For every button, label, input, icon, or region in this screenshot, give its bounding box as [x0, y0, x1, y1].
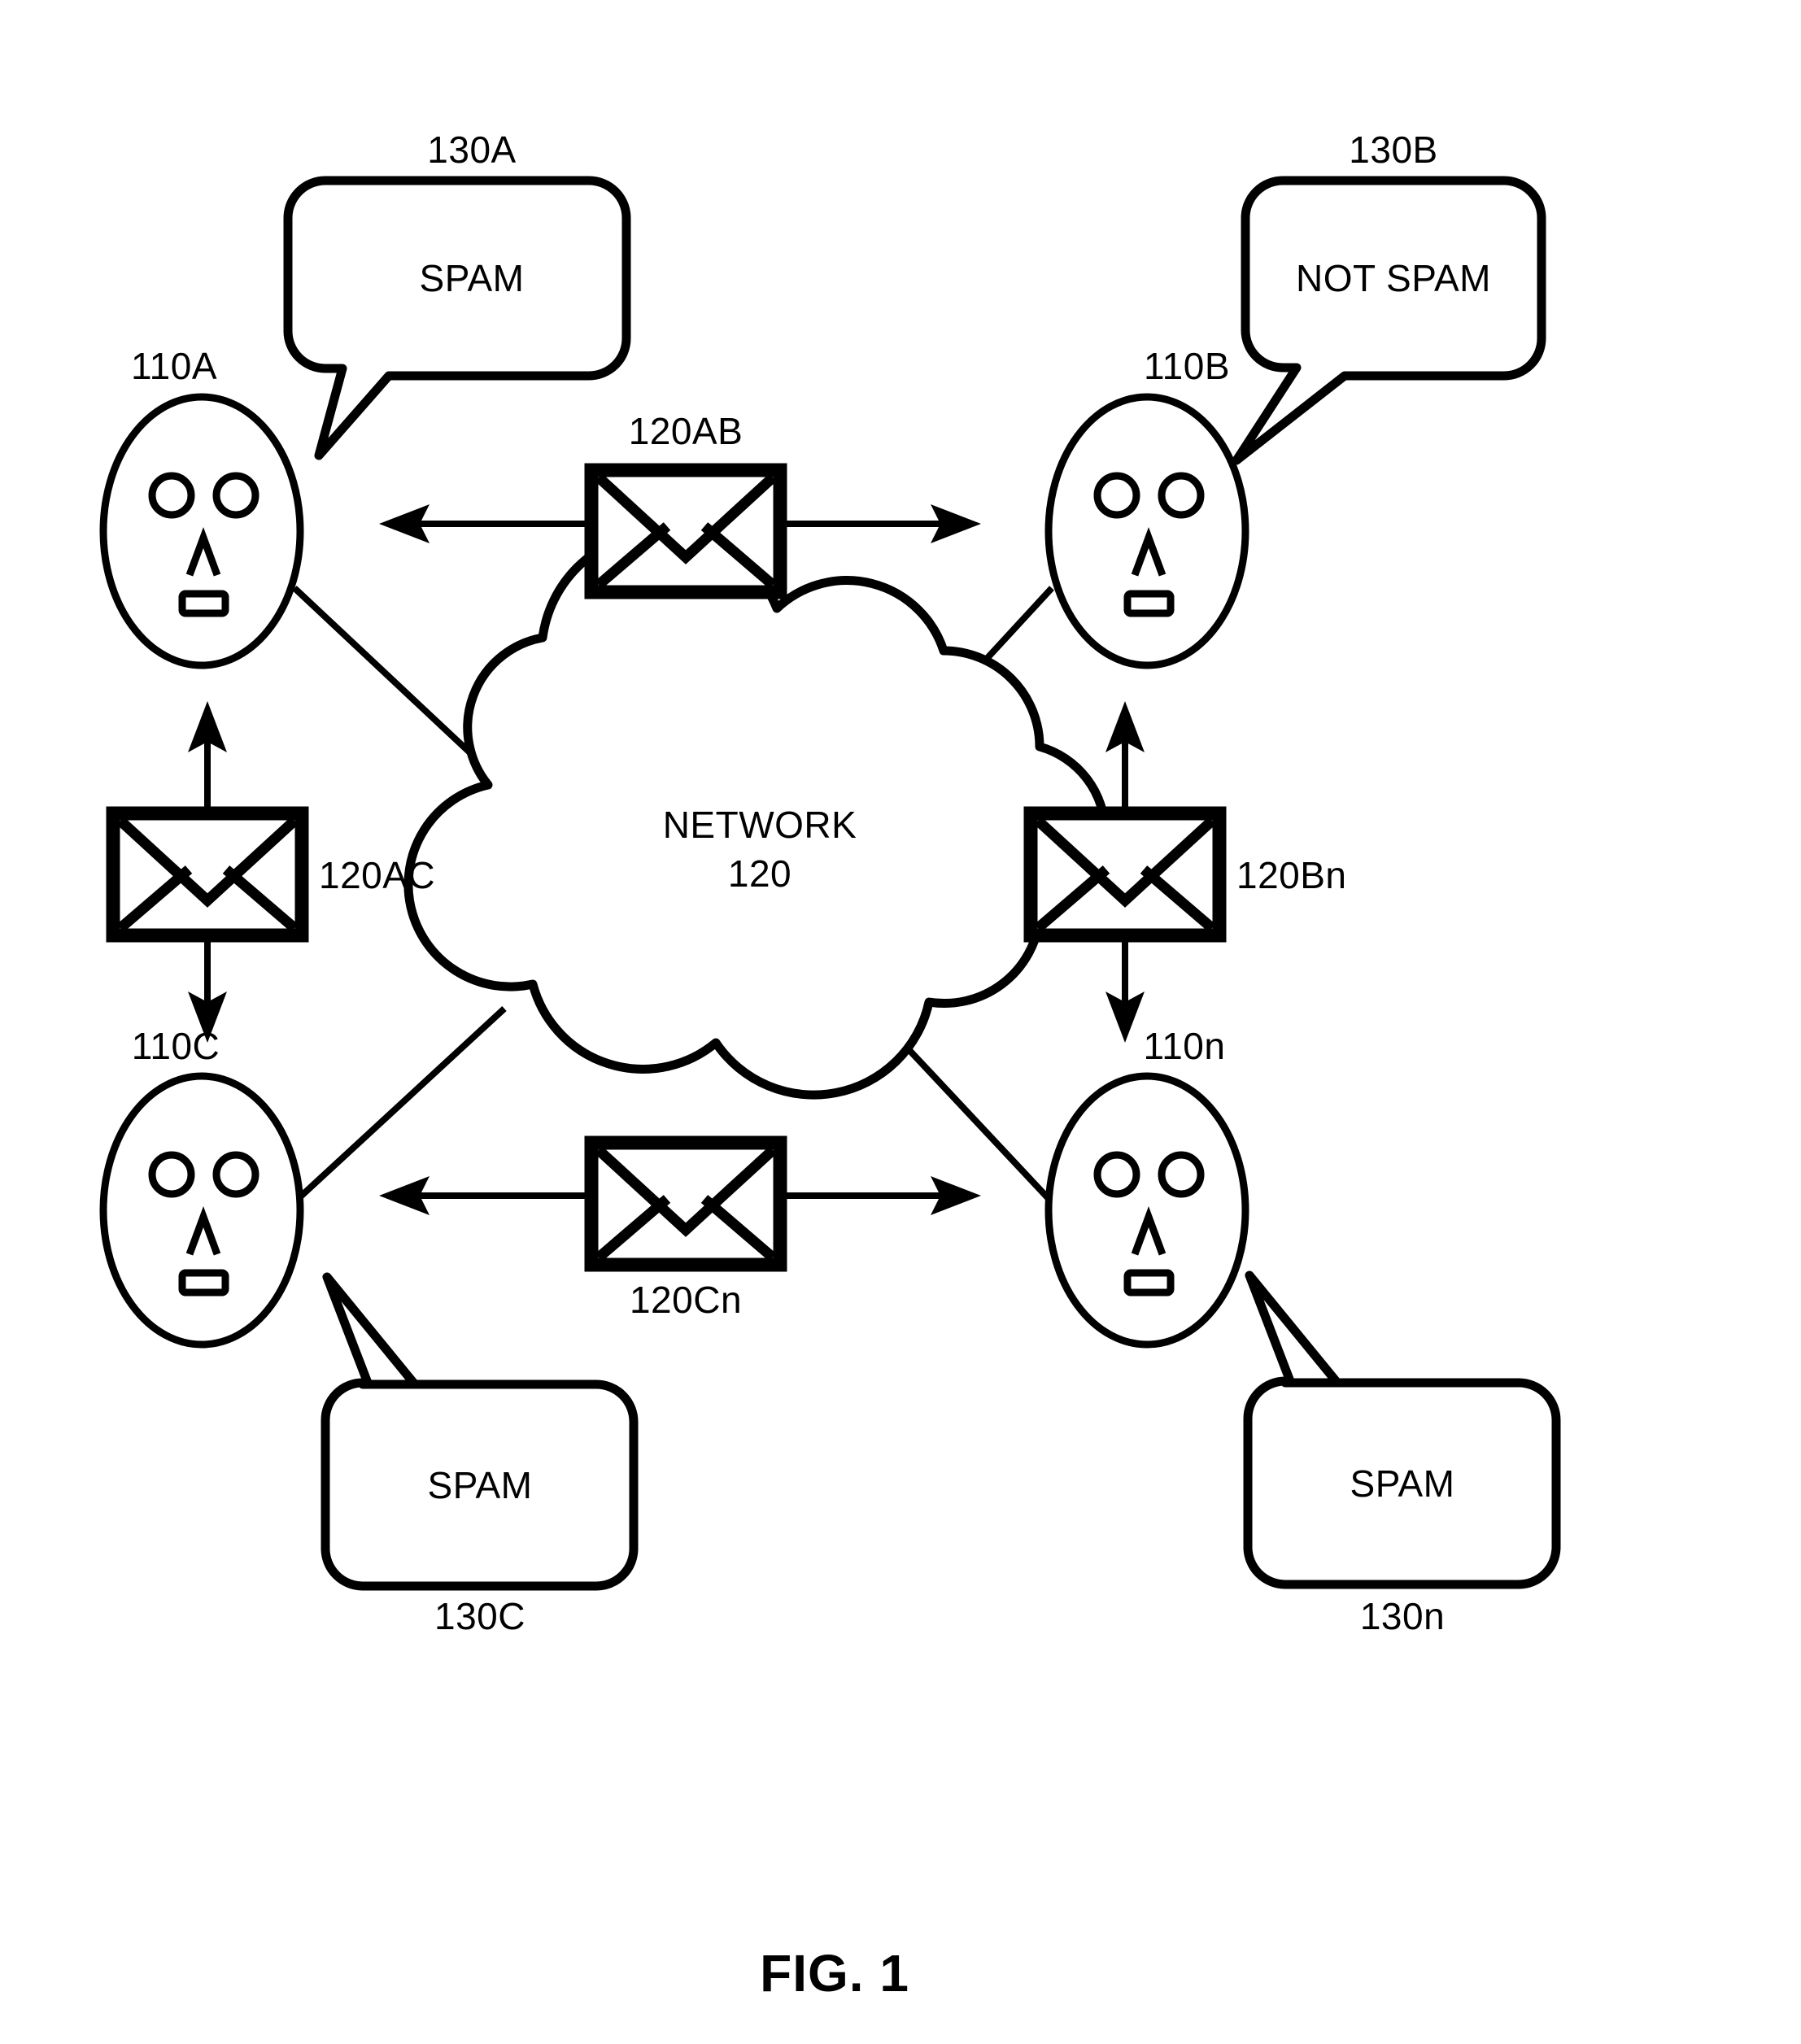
patent-figure: NETWORK 120 110A 110B 110C 110n 120AB 12…: [0, 0, 1801, 2044]
face-outline-110C: [99, 1072, 304, 1349]
verdict-bubble-130C-text: SPAM: [428, 1464, 533, 1506]
verdict-bubble-130B-ref: 130B: [1349, 129, 1437, 171]
verdict-bubble-130n[interactable]: SPAM 130n: [1243, 1270, 1561, 1637]
envelope-body-120AB: [584, 463, 787, 599]
message-120Cn[interactable]: 120Cn: [379, 1135, 981, 1321]
bubble-outline-130A: [283, 176, 631, 460]
message-120AC-ref: 120AC: [319, 854, 435, 896]
envelope-body-120Bn: [1023, 806, 1227, 943]
verdict-bubble-130A-ref: 130A: [427, 129, 516, 171]
figure-caption: FIG. 1: [760, 1944, 909, 2003]
bubble-outline-130B: [1232, 176, 1546, 465]
message-120Cn-ref: 120Cn: [630, 1279, 742, 1321]
verdict-bubble-130C-ref: 130C: [434, 1595, 525, 1637]
face-outline-110A: [99, 393, 304, 669]
network-label-line2: 120: [728, 852, 791, 895]
verdict-bubble-130A[interactable]: 130A SPAM: [283, 129, 631, 460]
envelope-body-120Cn: [584, 1135, 787, 1272]
client-110A[interactable]: 110A: [99, 345, 304, 669]
bubble-outline-130n: [1243, 1270, 1561, 1589]
message-120Bn-ref: 120Bn: [1236, 854, 1347, 896]
client-110n-ref: 110n: [1144, 1025, 1226, 1067]
message-120AB[interactable]: 120AB: [379, 410, 981, 599]
client-110B[interactable]: 110B: [1044, 345, 1249, 669]
message-120AC[interactable]: 120AC: [106, 701, 435, 1043]
connector-110C-network: [292, 1006, 507, 1205]
message-120Bn[interactable]: 120Bn: [1023, 701, 1347, 1043]
verdict-bubble-130B-text: NOT SPAM: [1296, 257, 1491, 299]
network-label-line1: NETWORK: [663, 804, 857, 846]
verdict-bubble-130n-ref: 130n: [1360, 1595, 1445, 1637]
client-110B-ref: 110B: [1144, 345, 1230, 387]
face-outline-110B: [1044, 393, 1249, 669]
face-outline-110n: [1044, 1072, 1249, 1349]
client-110n[interactable]: 110n: [1044, 1025, 1249, 1349]
bubble-outline-130C: [321, 1272, 639, 1591]
verdict-bubble-130C[interactable]: SPAM 130C: [321, 1272, 639, 1637]
client-110A-ref: 110A: [131, 345, 217, 387]
network-cloud: NETWORK 120: [403, 527, 1110, 1100]
envelope-body-120AC: [106, 806, 309, 943]
message-120AB-ref: 120AB: [629, 410, 744, 452]
verdict-bubble-130B[interactable]: 130B NOT SPAM: [1232, 129, 1546, 465]
verdict-bubble-130n-text: SPAM: [1350, 1462, 1455, 1505]
figure-canvas: NETWORK 120 110A 110B 110C 110n 120AB 12…: [99, 129, 1561, 2003]
verdict-bubble-130A-text: SPAM: [420, 257, 525, 299]
client-110C[interactable]: 110C: [99, 1025, 304, 1349]
